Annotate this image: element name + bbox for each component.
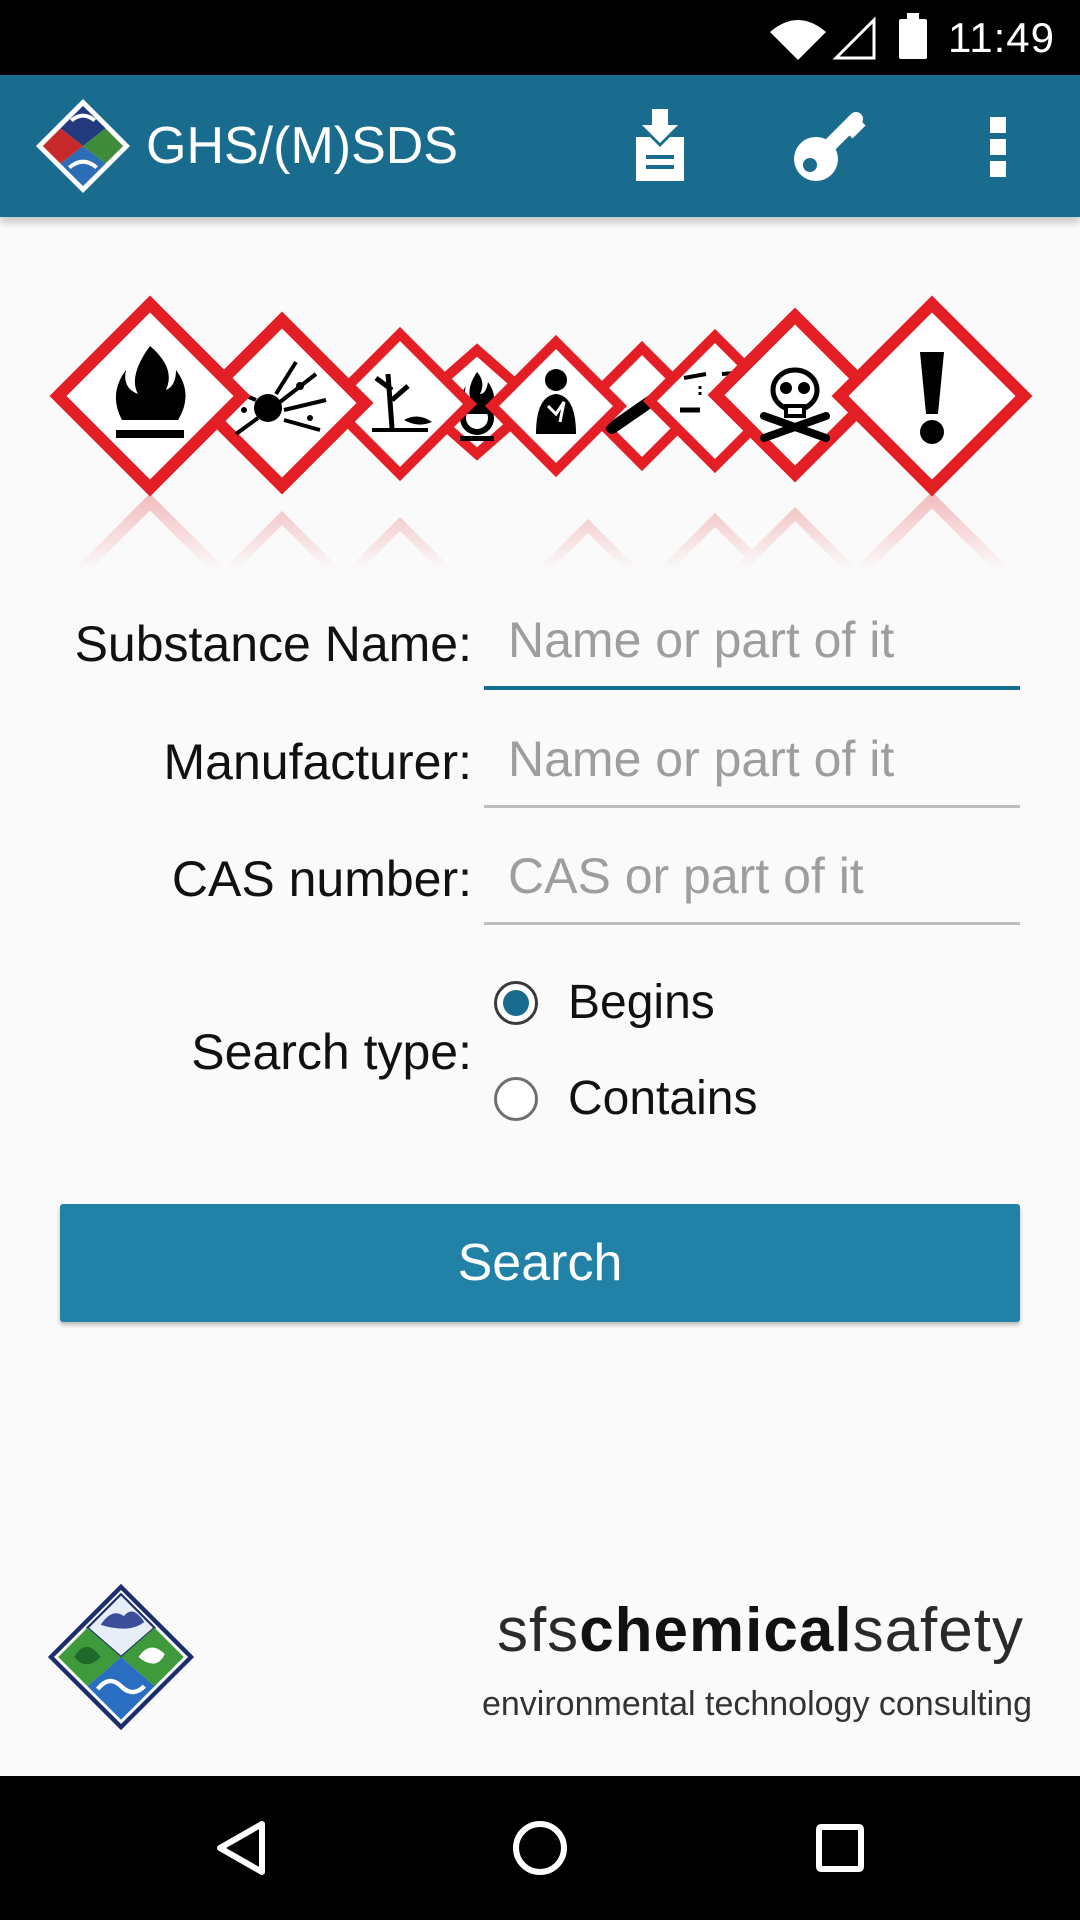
app-bar: GHS/(M)SDS	[0, 75, 1080, 217]
manufacturer-input[interactable]	[484, 718, 1020, 808]
back-icon[interactable]	[200, 1776, 284, 1920]
home-icon[interactable]	[498, 1776, 582, 1920]
status-bar: 11:49	[0, 0, 1080, 75]
brand-suffix: safety	[852, 1596, 1024, 1665]
radio-button-unchecked[interactable]	[494, 1077, 538, 1121]
brand-wordmark: sfschemicalsafety	[497, 1596, 1024, 1666]
cell-signal-icon	[832, 16, 876, 60]
radio-button-checked[interactable]	[494, 981, 538, 1025]
health-hazard-pictogram	[484, 334, 628, 478]
substance-name-input[interactable]	[484, 600, 1020, 690]
cas-number-label: CAS number:	[171, 851, 472, 907]
sfs-logo-icon	[48, 1584, 194, 1730]
battery-icon	[899, 13, 927, 59]
exclamation-mark-pictogram	[831, 295, 1033, 497]
flame-pictogram	[49, 295, 251, 497]
brand-bold-part: chemical	[579, 1596, 853, 1665]
ghs-pictograms-banner	[0, 295, 1080, 570]
search-button[interactable]: Search	[60, 1204, 1020, 1322]
recents-icon[interactable]	[798, 1776, 882, 1920]
key-icon[interactable]	[788, 75, 874, 217]
download-sds-icon[interactable]	[622, 75, 698, 217]
brand-prefix: sfs	[496, 1596, 580, 1665]
manufacturer-label: Manufacturer:	[163, 734, 472, 790]
wifi-icon	[770, 20, 826, 60]
app-title: GHS/(M)SDS	[146, 117, 458, 175]
radio-label-begins: Begins	[568, 976, 715, 1029]
substance-name-label: Substance Name:	[74, 616, 472, 672]
app-logo-icon	[35, 98, 131, 194]
cas-number-input[interactable]	[484, 835, 1020, 925]
radio-label-contains: Contains	[568, 1072, 758, 1125]
brand-tagline: environmental technology consulting	[481, 1685, 1032, 1723]
overflow-menu-icon[interactable]	[980, 75, 1016, 217]
status-time: 11:49	[948, 14, 1055, 61]
search-type-label: Search type:	[191, 1024, 472, 1080]
navigation-bar	[0, 1776, 1080, 1920]
